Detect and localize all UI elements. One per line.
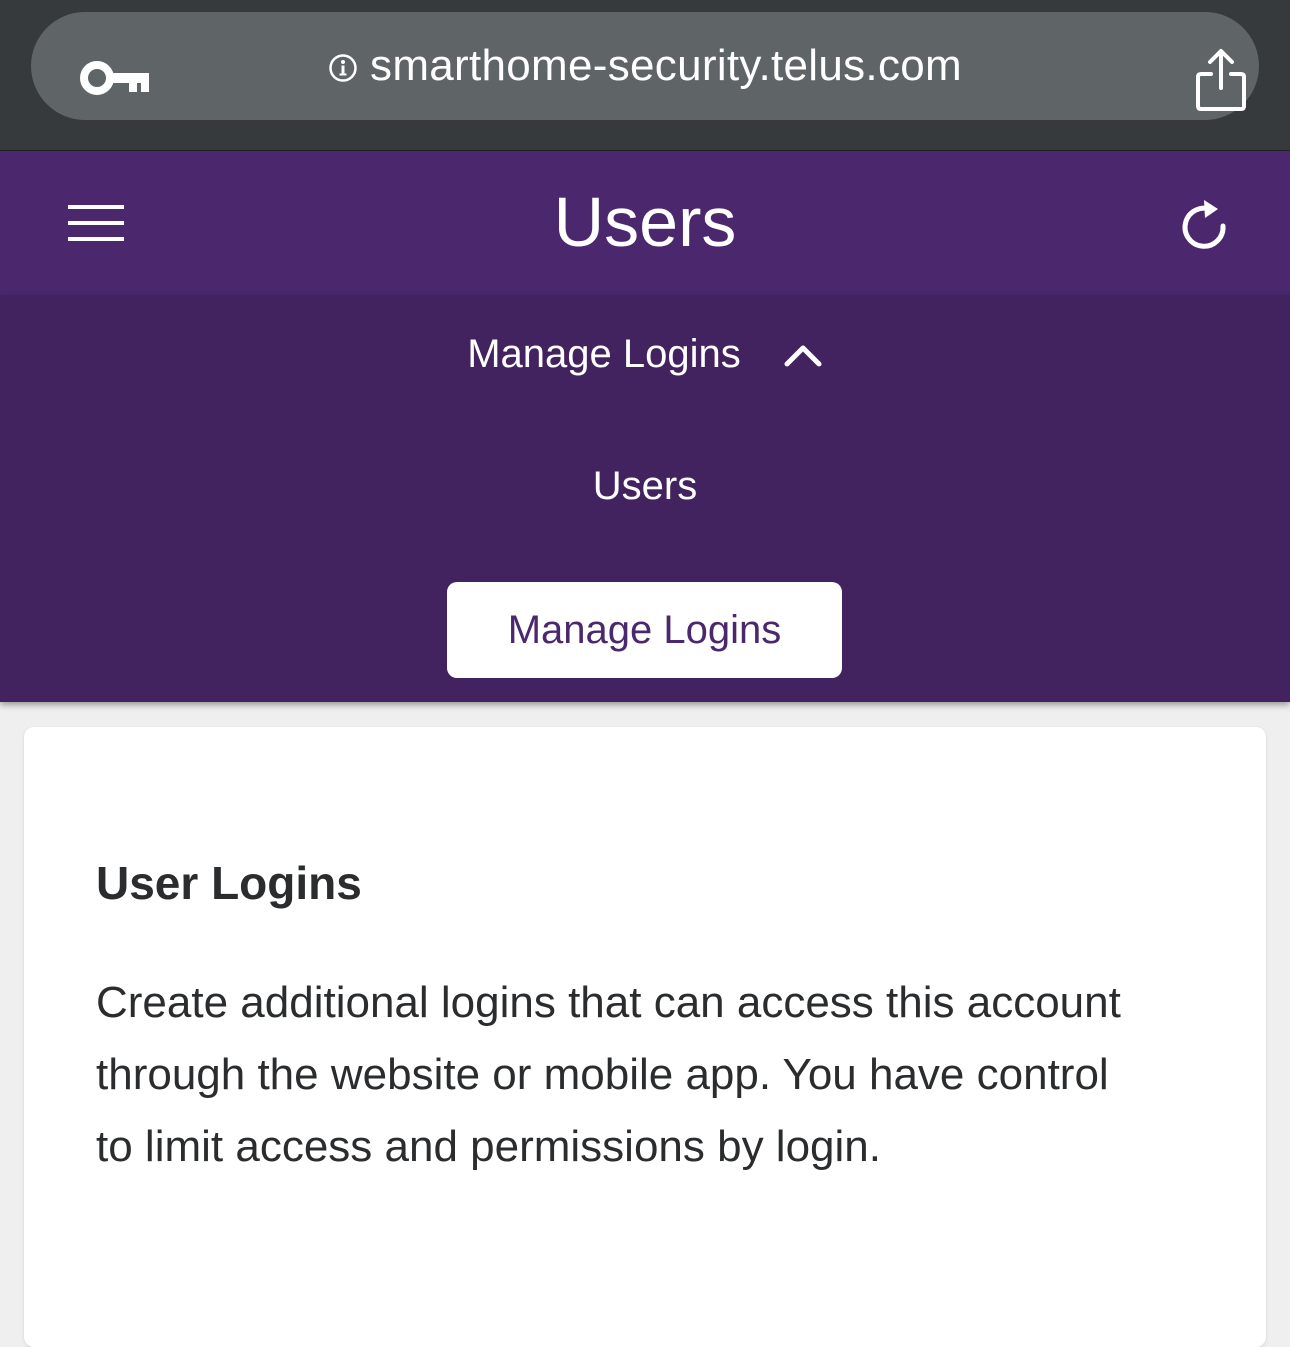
chevron-up-icon	[784, 345, 822, 367]
card-heading: User Logins	[96, 857, 362, 909]
url-display[interactable]: smarthome-security.telus.com	[31, 12, 1259, 120]
refresh-icon[interactable]	[1178, 196, 1230, 252]
submenu-item-users[interactable]: Users	[0, 453, 1290, 519]
card-description: Create additional logins that can access…	[96, 978, 1121, 1171]
address-bar[interactable]: smarthome-security.telus.com	[31, 12, 1259, 120]
info-icon	[329, 54, 357, 82]
manage-logins-toggle[interactable]: Manage Logins	[0, 319, 1290, 389]
submenu-toggle-label: Manage Logins	[467, 331, 741, 376]
page-title: Users	[553, 183, 737, 261]
user-logins-card: User Logins Create additional logins tha…	[24, 727, 1266, 1347]
share-icon[interactable]	[1193, 48, 1249, 112]
manage-logins-button[interactable]: Manage Logins	[447, 582, 842, 678]
url-text: smarthome-security.telus.com	[370, 41, 962, 90]
browser-toolbar: smarthome-security.telus.com	[0, 0, 1290, 151]
app-header: Users	[0, 151, 1290, 295]
submenu-panel: Manage Logins Users Manage Logins	[0, 295, 1290, 702]
